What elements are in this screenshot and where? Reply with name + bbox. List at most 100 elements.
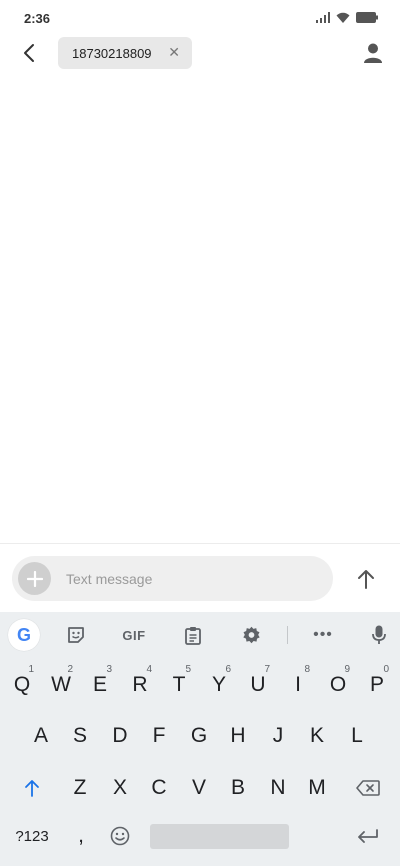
key-label: Y [211,673,226,696]
status-icons [316,12,378,23]
key-u[interactable]: U7 [240,663,276,707]
voice-input-button[interactable] [363,619,395,651]
emoji-icon [110,826,130,846]
shift-arrow-icon [25,780,39,797]
composer-divider [0,543,400,544]
key-hint: 9 [344,664,350,675]
key-hint: 0 [383,664,389,675]
keyboard-toolbar: G GIF ••• [0,612,400,656]
backspace-key[interactable] [350,766,386,810]
enter-icon [358,829,378,843]
signal-icon [316,12,330,23]
key-b[interactable]: B [220,766,256,810]
key-k[interactable]: K [299,714,335,758]
key-y[interactable]: Y6 [201,663,237,707]
space-bar[interactable] [150,824,289,849]
key-i[interactable]: I8 [280,663,316,707]
google-icon: G [16,624,31,645]
composer [12,556,333,601]
enter-key[interactable] [350,814,386,858]
key-z[interactable]: Z [62,766,98,810]
emoji-key[interactable] [102,814,138,858]
key-label: Q [13,673,31,696]
key-e[interactable]: E3 [82,663,118,707]
more-button[interactable]: ••• [307,619,339,651]
google-search-button[interactable]: G [8,619,40,651]
clipboard-icon [185,626,201,645]
key-f[interactable]: F [141,714,177,758]
send-button[interactable] [350,563,382,595]
key-t[interactable]: T5 [161,663,197,707]
comma-key[interactable]: , [63,814,99,858]
key-v[interactable]: V [181,766,217,810]
send-arrow-icon [358,570,374,589]
key-hint: 2 [67,664,73,675]
clipboard-button[interactable] [177,619,209,651]
key-s[interactable]: S [62,714,98,758]
key-label: Z [73,776,87,799]
contact-button[interactable] [358,38,388,68]
message-input[interactable] [66,566,316,591]
key-n[interactable]: N [260,766,296,810]
key-p[interactable]: P0 [359,663,395,707]
gif-label: GIF [122,627,146,643]
conversation-header: 18730218809 ✕ [0,34,400,74]
key-label: G [190,724,208,747]
key-o[interactable]: O9 [320,663,356,707]
remove-recipient-icon[interactable]: ✕ [168,44,180,61]
microphone-icon [372,625,386,644]
key-a[interactable]: A [23,714,59,758]
key-hint: 5 [185,664,191,675]
person-icon [364,43,382,63]
key-m[interactable]: M [299,766,335,810]
sticker-icon [68,627,84,643]
attach-button[interactable] [18,562,51,595]
key-label: O [329,673,347,696]
more-icon: ••• [313,626,333,643]
key-j[interactable]: J [260,714,296,758]
key-label: I [295,673,301,696]
key-label: K [309,724,324,747]
key-hint: 6 [225,664,231,675]
wifi-icon [336,12,350,23]
key-l[interactable]: L [339,714,375,758]
key-hint: 1 [28,664,34,675]
status-time: 2:36 [24,11,51,26]
key-c[interactable]: C [141,766,177,810]
key-w[interactable]: W2 [43,663,79,707]
toolbar-separator [287,626,288,644]
key-label: V [191,776,206,799]
key-label: T [172,673,186,696]
battery-icon [356,12,378,23]
key-label: N [270,776,286,799]
backspace-icon [356,780,380,796]
key-label: M [308,776,326,799]
key-hint: 3 [106,664,112,675]
key-q[interactable]: Q1 [4,663,40,707]
recipient-number: 18730218809 [72,45,152,61]
back-arrow-icon [24,44,34,62]
sticker-button[interactable] [60,619,92,651]
key-label: D [112,724,128,747]
key-r[interactable]: R4 [122,663,158,707]
key-d[interactable]: D [102,714,138,758]
key-label: A [33,724,48,747]
key-label: C [151,776,167,799]
gear-icon [242,626,260,643]
shift-key[interactable] [14,766,50,810]
key-hint: 7 [264,664,270,675]
back-button[interactable] [14,38,44,68]
key-x[interactable]: X [102,766,138,810]
key-label: L [351,724,363,747]
key-label: E [92,673,107,696]
gif-button[interactable]: GIF [118,619,150,651]
key-h[interactable]: H [220,714,256,758]
symbols-key[interactable]: ?123 [12,814,52,858]
recipient-chip[interactable]: 18730218809 ✕ [58,37,192,69]
key-label: ?123 [15,827,49,845]
settings-button[interactable] [235,619,267,651]
keyboard: G GIF ••• Q 1 W 2 E 3 R 4 T 5 Y 6 U 7 I … [0,612,400,866]
key-g[interactable]: G [181,714,217,758]
key-label: X [112,776,127,799]
key-label: F [152,724,166,747]
